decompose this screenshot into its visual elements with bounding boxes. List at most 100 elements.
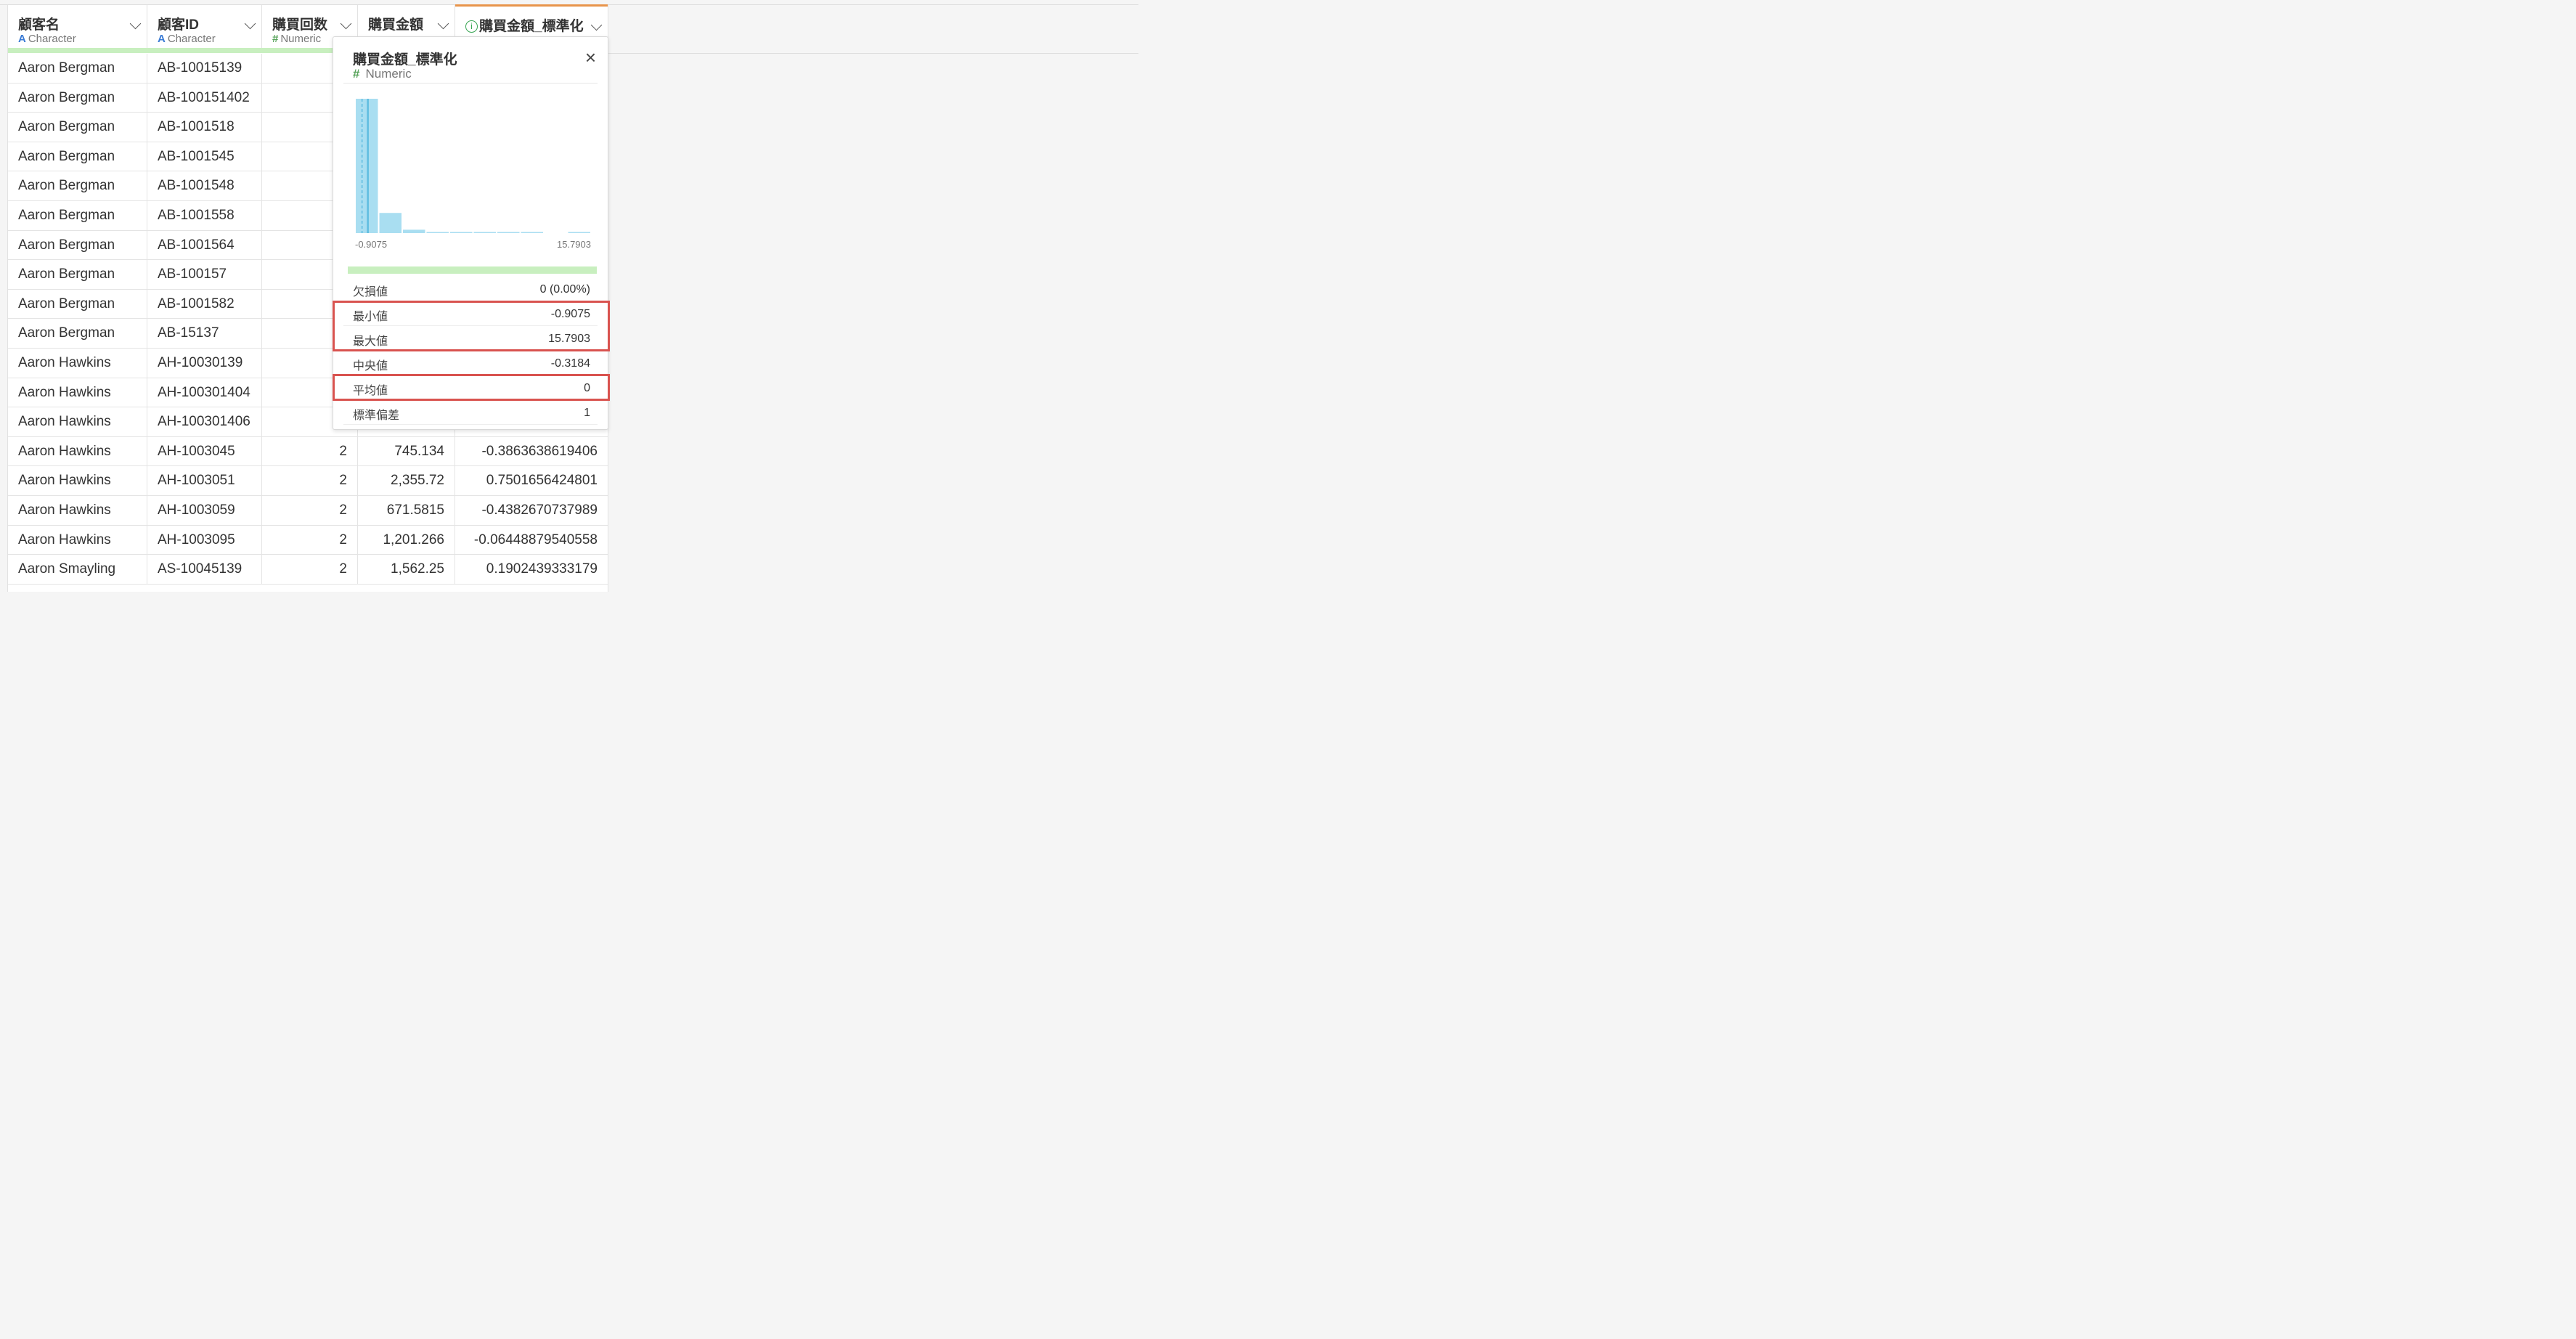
cell-purchase-amount[interactable]: 2,355.72 bbox=[358, 466, 455, 495]
cell-customer-name[interactable]: Aaron Bergman bbox=[8, 171, 147, 200]
cell-customer-name[interactable]: Aaron Hawkins bbox=[8, 378, 147, 407]
cell-customer-name[interactable]: Aaron Hawkins bbox=[8, 495, 147, 525]
stat-value: -0.3184 bbox=[550, 357, 590, 370]
stat-row: 中央値 -0.3184 bbox=[343, 351, 598, 375]
info-icon[interactable]: i bbox=[465, 20, 478, 33]
chevron-down-icon[interactable] bbox=[244, 17, 256, 30]
column-type-label: Numeric bbox=[280, 33, 322, 45]
column-header-customer-id[interactable]: 顧客ID A Character bbox=[147, 5, 262, 48]
cell-customer-id[interactable]: AH-1003045 bbox=[147, 436, 262, 466]
stat-label: 最小値 bbox=[353, 311, 388, 323]
cell-customer-id[interactable]: AB-1001518 bbox=[147, 113, 262, 142]
stat-value: -0.9075 bbox=[550, 308, 590, 320]
cell-customer-id[interactable]: AB-10015139 bbox=[147, 54, 262, 83]
column-type: # Numeric bbox=[272, 33, 321, 45]
chevron-down-icon[interactable] bbox=[340, 17, 352, 30]
stat-label: 最大値 bbox=[353, 335, 388, 348]
stat-row: 最小値 -0.9075 bbox=[343, 301, 598, 326]
cell-customer-id[interactable]: AB-1001558 bbox=[147, 200, 262, 230]
table-row[interactable]: Aaron Hawkins AH-1003045 2 745.134 -0.386363… bbox=[8, 436, 608, 467]
cell-customer-name[interactable]: Aaron Bergman bbox=[8, 319, 147, 348]
cell-customer-id[interactable]: AB-1001582 bbox=[147, 289, 262, 319]
stat-row: 欠損値 0 (0.00%) bbox=[343, 277, 598, 301]
cell-purchase-count[interactable]: 2 bbox=[262, 495, 358, 525]
table-row[interactable]: Aaron Hawkins AH-1003051 2 2,355.72 0.750165… bbox=[8, 466, 608, 496]
cell-customer-name[interactable]: Aaron Hawkins bbox=[8, 436, 147, 466]
numeric-type-icon: # bbox=[353, 67, 360, 81]
cell-customer-id[interactable]: AS-10045139 bbox=[147, 555, 262, 584]
cell-customer-name[interactable]: Aaron Bergman bbox=[8, 83, 147, 113]
stat-label: 平均値 bbox=[353, 385, 388, 397]
cell-customer-name[interactable]: Aaron Hawkins bbox=[8, 466, 147, 495]
column-name: i 購買金額_標準化 bbox=[465, 15, 584, 35]
chevron-down-icon[interactable] bbox=[437, 17, 449, 30]
cell-customer-id[interactable]: AH-100301406 bbox=[147, 407, 262, 436]
cell-customer-name[interactable]: Aaron Bergman bbox=[8, 230, 147, 260]
cell-customer-id[interactable]: AB-15137 bbox=[147, 319, 262, 348]
histogram-bar bbox=[473, 232, 496, 233]
close-icon[interactable]: × bbox=[585, 48, 596, 67]
cell-purchase-count[interactable]: 2 bbox=[262, 466, 358, 495]
stat-label: 欠損値 bbox=[353, 286, 388, 298]
histogram-bar bbox=[426, 232, 449, 233]
cell-customer-name[interactable]: Aaron Bergman bbox=[8, 200, 147, 230]
cell-customer-name[interactable]: Aaron Hawkins bbox=[8, 525, 147, 555]
cell-customer-name[interactable]: Aaron Bergman bbox=[8, 289, 147, 319]
cell-purchase-amount-standardized[interactable]: -0.4382670737989 bbox=[455, 496, 608, 525]
cell-purchase-count[interactable]: 2 bbox=[262, 525, 358, 555]
histogram-bar bbox=[497, 232, 520, 233]
histogram-bar bbox=[356, 99, 378, 233]
stat-value: 0 bbox=[584, 382, 590, 394]
cell-purchase-amount-standardized[interactable]: -0.06448879540558 bbox=[455, 526, 608, 555]
popup-type: # Numeric bbox=[353, 67, 412, 81]
column-type-label: Character bbox=[28, 33, 76, 45]
histogram-max-label: 15.7903 bbox=[557, 239, 591, 250]
histogram-bar bbox=[403, 229, 425, 233]
cell-customer-name[interactable]: Aaron Hawkins bbox=[8, 407, 147, 436]
quality-bar bbox=[348, 266, 597, 274]
cell-customer-id[interactable]: AH-10030139 bbox=[147, 348, 262, 378]
cell-purchase-amount[interactable]: 1,562.25 bbox=[358, 555, 455, 584]
cell-customer-name[interactable]: Aaron Bergman bbox=[8, 113, 147, 142]
column-name: 顧客名 bbox=[18, 17, 60, 33]
cell-customer-id[interactable]: AB-1001545 bbox=[147, 142, 262, 171]
histogram-bar bbox=[568, 232, 590, 233]
histogram-bar bbox=[450, 232, 473, 233]
cell-customer-name[interactable]: Aaron Bergman bbox=[8, 142, 147, 171]
cell-purchase-count[interactable]: 2 bbox=[262, 555, 358, 584]
stat-value: 1 bbox=[584, 407, 590, 419]
cell-purchase-amount[interactable]: 671.5815 bbox=[358, 495, 455, 525]
column-type: A Character bbox=[18, 33, 76, 45]
cell-purchase-amount-standardized[interactable]: 0.7501656424801 bbox=[455, 466, 608, 495]
stat-row: 標準偏差 1 bbox=[343, 400, 598, 425]
cell-customer-id[interactable]: AB-100151402 bbox=[147, 83, 262, 113]
cell-customer-id[interactable]: AH-100301404 bbox=[147, 378, 262, 407]
column-type: A Character bbox=[158, 33, 216, 45]
column-name: 購買金額 bbox=[368, 17, 424, 33]
stat-value: 15.7903 bbox=[548, 333, 590, 345]
cell-customer-name[interactable]: Aaron Bergman bbox=[8, 54, 147, 83]
chevron-down-icon[interactable] bbox=[590, 19, 603, 31]
cell-customer-name[interactable]: Aaron Smayling bbox=[8, 555, 147, 584]
cell-customer-id[interactable]: AH-1003059 bbox=[147, 495, 262, 525]
cell-purchase-amount-standardized[interactable]: 0.1902439333179 bbox=[455, 555, 608, 584]
column-name-text: 購買金額_標準化 bbox=[479, 19, 584, 34]
cell-customer-id[interactable]: AB-1001564 bbox=[147, 230, 262, 260]
cell-purchase-amount-standardized[interactable]: -0.3863638619406 bbox=[455, 437, 608, 466]
cell-customer-name[interactable]: Aaron Hawkins bbox=[8, 348, 147, 378]
cell-purchase-amount[interactable]: 745.134 bbox=[358, 436, 455, 466]
cell-customer-name[interactable]: Aaron Bergman bbox=[8, 260, 147, 289]
cell-purchase-amount[interactable]: 1,201.266 bbox=[358, 525, 455, 555]
cell-customer-id[interactable]: AB-100157 bbox=[147, 260, 262, 289]
table-row[interactable]: Aaron Hawkins AH-1003095 2 1,201.266 -0.0644… bbox=[8, 525, 608, 555]
character-type-icon: A bbox=[18, 33, 26, 45]
table-row[interactable]: Aaron Hawkins AH-1003059 2 671.5815 -0.43826… bbox=[8, 495, 608, 526]
cell-customer-id[interactable]: AH-1003095 bbox=[147, 525, 262, 555]
column-header-customer-name[interactable]: 顧客名 A Character bbox=[8, 5, 147, 48]
column-name: 購買回数 bbox=[272, 17, 328, 33]
cell-customer-id[interactable]: AB-1001548 bbox=[147, 171, 262, 200]
chevron-down-icon[interactable] bbox=[129, 17, 142, 30]
cell-purchase-count[interactable]: 2 bbox=[262, 436, 358, 466]
table-row[interactable]: Aaron Smayling AS-10045139 2 1,562.25 0.1902… bbox=[8, 555, 608, 585]
cell-customer-id[interactable]: AH-1003051 bbox=[147, 466, 262, 495]
